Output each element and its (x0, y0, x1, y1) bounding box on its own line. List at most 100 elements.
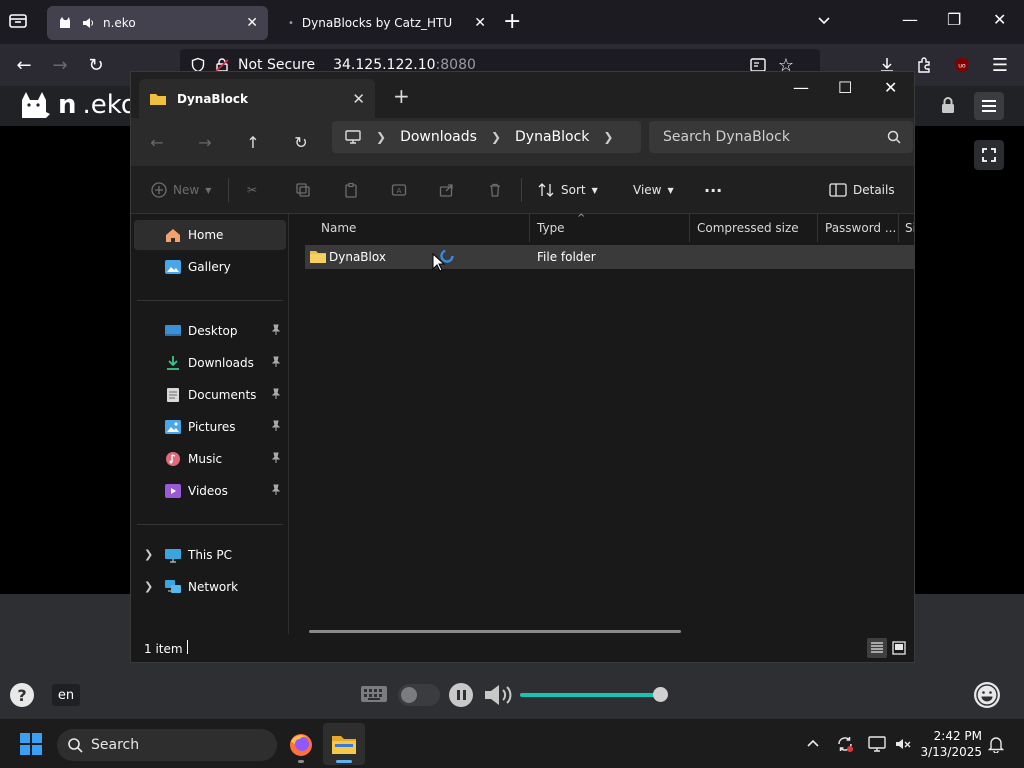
horizontal-scrollbar[interactable] (309, 630, 681, 633)
start-windows-icon[interactable] (20, 733, 42, 755)
sync-icon[interactable] (836, 735, 854, 756)
breadcrumb-dynablock[interactable]: DynaBlock (515, 129, 589, 145)
pin-icon[interactable] (270, 452, 282, 464)
volume-muted-icon[interactable] (894, 735, 912, 756)
details-button[interactable]: Details (829, 178, 895, 202)
refresh-icon[interactable]: ↻ (289, 130, 313, 154)
sort-icon (538, 183, 554, 197)
copy-icon[interactable] (295, 178, 311, 202)
monitor-icon[interactable] (344, 129, 362, 145)
close-window-icon[interactable]: ✕ (884, 78, 897, 97)
pin-icon[interactable] (270, 388, 282, 400)
toolbar-divider (521, 178, 522, 202)
back-icon[interactable]: ← (145, 130, 169, 154)
breadcrumb-downloads[interactable]: Downloads (400, 129, 477, 145)
explorer-search-input[interactable] (663, 129, 887, 145)
close-tab-icon[interactable]: ✕ (352, 90, 365, 108)
expand-chevron-icon[interactable]: ❯ (144, 580, 153, 593)
browser-tab-neko[interactable]: n.eko ✕ (47, 6, 268, 40)
close-window-icon[interactable]: ✕ (993, 10, 1006, 29)
sidebar-item-home[interactable]: Home (134, 220, 286, 250)
explorer-tab[interactable]: DynaBlock ✕ (139, 79, 375, 118)
breadcrumb-chevron-icon[interactable]: ❯ (603, 130, 613, 144)
maximize-icon[interactable]: ☐ (838, 78, 852, 97)
breadcrumb-chevron-icon[interactable]: ❯ (491, 130, 501, 144)
keyboard-language[interactable]: en (52, 684, 80, 706)
sidebar-item-this-pc[interactable]: ❯ This PC (134, 540, 286, 570)
forward-icon[interactable]: → (193, 130, 217, 154)
help-button[interactable]: ? (10, 683, 34, 707)
chevron-down-icon[interactable] (816, 12, 832, 31)
neko-menu-button[interactable] (974, 92, 1004, 120)
explorer-address-bar[interactable]: ❯ Downloads ❯ DynaBlock ❯ (332, 121, 641, 153)
column-header-compressed-size[interactable]: Compressed size (690, 214, 818, 242)
system-clock[interactable]: 2:42 PM 3/13/2025 (920, 728, 982, 760)
speaker-icon[interactable] (81, 16, 95, 30)
sidebar-item-network[interactable]: ❯ Network (134, 572, 286, 602)
delete-icon[interactable] (487, 178, 503, 202)
restore-icon[interactable]: ❐ (947, 10, 961, 29)
minimize-icon[interactable]: — (902, 10, 918, 29)
fullscreen-icon[interactable] (974, 140, 1004, 170)
more-options-icon[interactable]: ··· (704, 178, 722, 202)
control-toggle[interactable] (398, 684, 440, 706)
pin-icon[interactable] (270, 324, 282, 336)
ublock-icon[interactable]: uo (950, 53, 974, 77)
sidebar-item-documents[interactable]: Documents (134, 380, 286, 410)
back-icon[interactable]: ← (12, 53, 36, 77)
close-tab-icon[interactable]: ✕ (474, 15, 486, 31)
volume-slider[interactable] (520, 693, 660, 697)
pause-button[interactable] (449, 683, 473, 707)
network-status-icon[interactable] (868, 735, 886, 756)
table-row[interactable]: DynaBlox File folder (305, 245, 914, 269)
browser-tab-dynablocks[interactable]: • DynaBlocks by Catz_HTU ✕ (278, 6, 496, 40)
new-button[interactable]: New ▼ (151, 178, 211, 202)
rename-icon[interactable]: A (391, 178, 407, 202)
pin-icon[interactable] (270, 356, 282, 368)
column-header-name[interactable]: Name (291, 214, 530, 242)
volume-slider-handle[interactable] (653, 687, 668, 702)
expand-chevron-icon[interactable]: ❯ (144, 548, 153, 561)
pin-icon[interactable] (270, 420, 282, 432)
volume-icon[interactable] (483, 682, 515, 711)
sidebar-item-downloads[interactable]: Downloads (134, 348, 286, 378)
paste-icon[interactable] (343, 178, 359, 202)
new-tab-icon[interactable]: + (503, 10, 521, 34)
tiles-view-icon[interactable] (889, 638, 909, 658)
search-icon[interactable] (887, 130, 901, 144)
sidebar-item-videos[interactable]: Videos (134, 476, 286, 506)
forward-icon[interactable]: → (48, 53, 72, 77)
tab-list-icon[interactable] (8, 12, 30, 32)
reload-icon[interactable]: ↻ (84, 53, 108, 77)
firefox-taskbar-icon[interactable] (287, 731, 315, 763)
sidebar-item-desktop[interactable]: Desktop (134, 316, 286, 346)
search-icon[interactable] (67, 737, 83, 753)
share-icon[interactable] (439, 178, 455, 202)
lock-icon[interactable] (940, 96, 956, 117)
sidebar-item-music[interactable]: Music (134, 444, 286, 474)
column-header-type[interactable]: Type (530, 214, 690, 242)
new-tab-icon[interactable]: + (393, 84, 410, 108)
close-tab-icon[interactable]: ✕ (246, 15, 258, 31)
sidebar-item-pictures[interactable]: Pictures (134, 412, 286, 442)
notification-bell-icon[interactable] (987, 735, 1005, 756)
emoji-icon[interactable] (974, 682, 1000, 708)
column-header-password[interactable]: Password ... (818, 214, 899, 242)
chevron-up-icon[interactable] (805, 735, 821, 754)
breadcrumb-chevron-icon[interactable]: ❯ (376, 130, 386, 144)
keyboard-icon[interactable] (360, 684, 388, 707)
details-view-icon[interactable] (867, 638, 887, 658)
pin-icon[interactable] (270, 484, 282, 496)
sort-button[interactable]: Sort ▼ (537, 178, 598, 202)
extensions-icon[interactable] (912, 53, 936, 77)
app-menu-icon[interactable]: ☰ (988, 53, 1012, 77)
file-explorer-taskbar-icon[interactable] (323, 723, 365, 765)
up-icon[interactable]: ↑ (241, 130, 265, 154)
status-bar: 1 item (131, 634, 914, 662)
minimize-icon[interactable]: — (793, 78, 809, 97)
column-header-size[interactable]: Si (899, 214, 914, 242)
cut-icon[interactable]: ✂ (247, 178, 257, 202)
taskbar-search-input[interactable] (91, 737, 251, 753)
view-button[interactable]: View ▼ (633, 178, 674, 202)
sidebar-item-gallery[interactable]: Gallery (134, 252, 286, 282)
